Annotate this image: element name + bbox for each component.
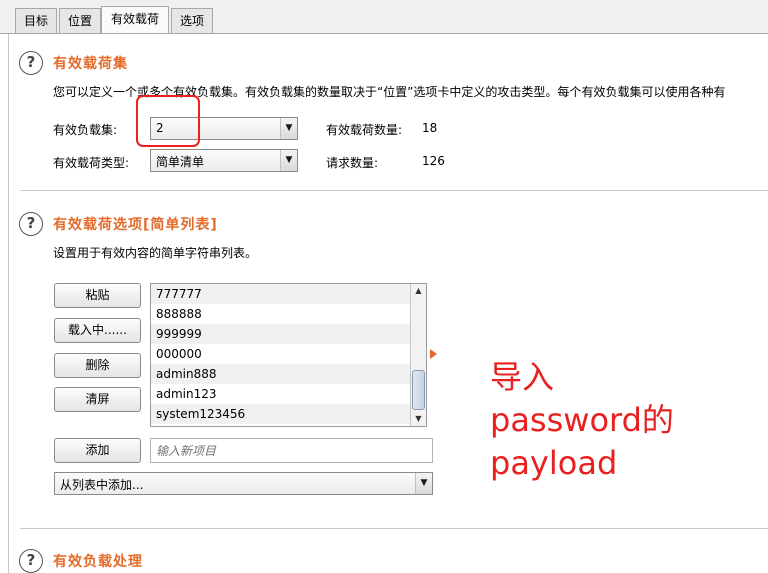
payload-type-value: 简单清单 xyxy=(156,155,205,169)
scroll-down-icon[interactable]: ▼ xyxy=(411,412,426,426)
payload-processing-title: 有效负载处理 xyxy=(53,554,143,570)
chevron-down-icon: ▼ xyxy=(415,473,432,494)
list-scrollbar[interactable]: ▲ ▼ xyxy=(410,284,426,426)
payload-options-title: 有效载荷选项[简单列表] xyxy=(53,217,218,233)
payload-type-select[interactable]: 简单清单 ▼ xyxy=(150,149,298,172)
tab-target[interactable]: 目标 xyxy=(15,8,57,34)
payload-set-label: 有效负载集: xyxy=(53,123,118,137)
annotation-line: password的 xyxy=(490,401,674,439)
list-item[interactable]: system123456 xyxy=(151,404,426,424)
scrollbar-thumb[interactable] xyxy=(412,370,425,410)
section-divider xyxy=(20,190,768,191)
help-icon[interactable]: ? xyxy=(19,51,43,75)
play-arrow-icon xyxy=(430,349,437,359)
chevron-down-icon: ▼ xyxy=(280,150,297,171)
annotation-line: payload xyxy=(490,444,618,482)
load-button[interactable]: 载入中...... xyxy=(54,318,141,343)
new-item-input[interactable] xyxy=(150,438,433,463)
paste-button[interactable]: 粘贴 xyxy=(54,283,141,308)
annotation-line: 导入 xyxy=(490,358,555,396)
tab-bar: 目标 位置 有效载荷 选项 xyxy=(0,0,768,35)
tab-positions[interactable]: 位置 xyxy=(59,8,101,34)
add-from-list-select[interactable]: 从列表中添加... ▼ xyxy=(54,472,433,495)
help-icon[interactable]: ? xyxy=(19,212,43,236)
request-count-value: 126 xyxy=(422,154,445,168)
add-from-list-value: 从列表中添加... xyxy=(60,478,144,492)
payload-count-value: 18 xyxy=(422,121,438,135)
tab-options[interactable]: 选项 xyxy=(171,8,213,34)
help-icon[interactable]: ? xyxy=(19,549,43,573)
list-item[interactable]: 888888 xyxy=(151,304,426,324)
payload-list[interactable]: 777777 888888 999999 000000 admin888 adm… xyxy=(150,283,427,427)
list-item[interactable]: 000000 xyxy=(151,344,426,364)
list-item[interactable]: admin888 xyxy=(151,364,426,384)
payload-type-label: 有效载荷类型: xyxy=(53,156,130,170)
list-item[interactable]: admin123 xyxy=(151,384,426,404)
highlight-box xyxy=(136,95,200,147)
remove-button[interactable]: 删除 xyxy=(54,353,141,378)
chevron-down-icon: ▼ xyxy=(280,118,297,139)
add-button[interactable]: 添加 xyxy=(54,438,141,463)
list-item[interactable]: 777777 xyxy=(151,284,426,304)
request-count-label: 请求数量: xyxy=(326,156,379,170)
clear-button[interactable]: 清屏 xyxy=(54,387,141,412)
scroll-up-icon[interactable]: ▲ xyxy=(411,284,426,298)
payload-options-description: 设置用于有效内容的简单字符串列表。 xyxy=(53,246,258,260)
tab-payloads[interactable]: 有效载荷 xyxy=(101,6,169,35)
payload-sets-title: 有效载荷集 xyxy=(53,56,128,72)
list-item[interactable]: 999999 xyxy=(151,324,426,344)
annotation-text: 导入 password的 payload xyxy=(490,356,674,485)
section-divider xyxy=(20,528,768,529)
payload-count-label: 有效载荷数量: xyxy=(326,123,403,137)
